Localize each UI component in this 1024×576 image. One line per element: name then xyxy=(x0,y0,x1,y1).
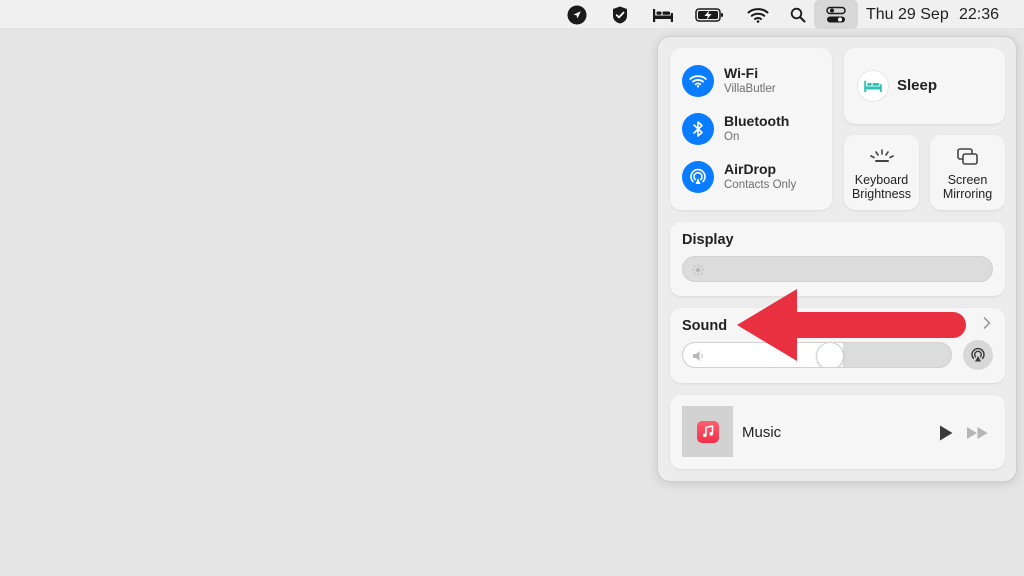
keyboard-brightness-label-line2: Brightness xyxy=(851,187,912,201)
sleep-label: Sleep xyxy=(897,77,938,94)
wifi-icon[interactable] xyxy=(745,0,771,29)
bluetooth-control[interactable]: Bluetooth On xyxy=(682,113,789,145)
speaker-icon xyxy=(692,349,706,367)
bed-icon xyxy=(858,71,888,101)
volume-slider[interactable] xyxy=(682,342,952,368)
checkmark-badge-icon[interactable] xyxy=(608,0,632,29)
airdrop-icon[interactable] xyxy=(682,161,714,193)
sound-tile: Sound xyxy=(670,308,1005,383)
keyboard-brightness-label-line1: Keyboard xyxy=(854,173,909,187)
bluetooth-icon[interactable] xyxy=(682,113,714,145)
skip-forward-button[interactable] xyxy=(966,426,990,445)
menu-bar: Thu 29 Sep 22:36 xyxy=(0,0,1024,29)
screen-mirroring-label-line1: Screen xyxy=(947,173,988,187)
bluetooth-title: Bluetooth xyxy=(724,113,790,129)
location-arrow-icon[interactable] xyxy=(565,0,589,29)
airdrop-title: AirDrop xyxy=(724,161,777,177)
control-center-panel: Wi-Fi VillaButler Bluetooth On AirDrop C… xyxy=(657,36,1017,482)
menubar-date[interactable]: Thu 29 Sep xyxy=(866,0,949,29)
sleep-tile[interactable]: Sleep xyxy=(844,48,1005,124)
wifi-network-name: VillaButler xyxy=(724,83,776,95)
keyboard-brightness-icon xyxy=(844,147,919,165)
keyboard-brightness-tile[interactable]: Keyboard Brightness xyxy=(844,135,919,210)
now-playing-tile: Music xyxy=(670,395,1005,469)
display-brightness-slider[interactable] xyxy=(682,256,993,282)
network-tile: Wi-Fi VillaButler Bluetooth On AirDrop C… xyxy=(670,48,832,210)
display-title: Display xyxy=(682,232,734,248)
screen-mirroring-label-line2: Mirroring xyxy=(942,187,993,201)
display-tile: Display xyxy=(670,222,1005,296)
wifi-control[interactable]: Wi-Fi VillaButler xyxy=(682,65,776,97)
wifi-title: Wi-Fi xyxy=(724,65,759,81)
play-button[interactable] xyxy=(938,424,954,447)
screen-mirroring-icon xyxy=(930,147,1005,167)
fast-forward-icon xyxy=(967,427,988,439)
airdrop-status: Contacts Only xyxy=(724,179,797,191)
chevron-right-icon[interactable] xyxy=(982,316,992,335)
airplay-audio-button[interactable] xyxy=(963,340,993,370)
sun-icon xyxy=(692,263,704,281)
airdrop-control[interactable]: AirDrop Contacts Only xyxy=(682,161,796,193)
search-icon[interactable] xyxy=(787,0,809,29)
menubar-time[interactable]: 22:36 xyxy=(959,0,999,29)
bluetooth-status: On xyxy=(724,131,740,143)
battery-charging-icon[interactable] xyxy=(694,0,726,29)
now-playing-title: Music xyxy=(742,424,782,441)
sound-title: Sound xyxy=(682,318,728,334)
play-icon xyxy=(940,425,953,441)
control-center-icon[interactable] xyxy=(814,0,858,29)
music-note-icon xyxy=(696,420,719,443)
screen-mirroring-tile[interactable]: Screen Mirroring xyxy=(930,135,1005,210)
airplay-audio-icon xyxy=(971,347,985,362)
volume-slider-knob[interactable] xyxy=(817,343,843,367)
wifi-icon[interactable] xyxy=(682,65,714,97)
bed-icon[interactable] xyxy=(650,0,676,29)
album-artwork[interactable] xyxy=(682,406,733,457)
